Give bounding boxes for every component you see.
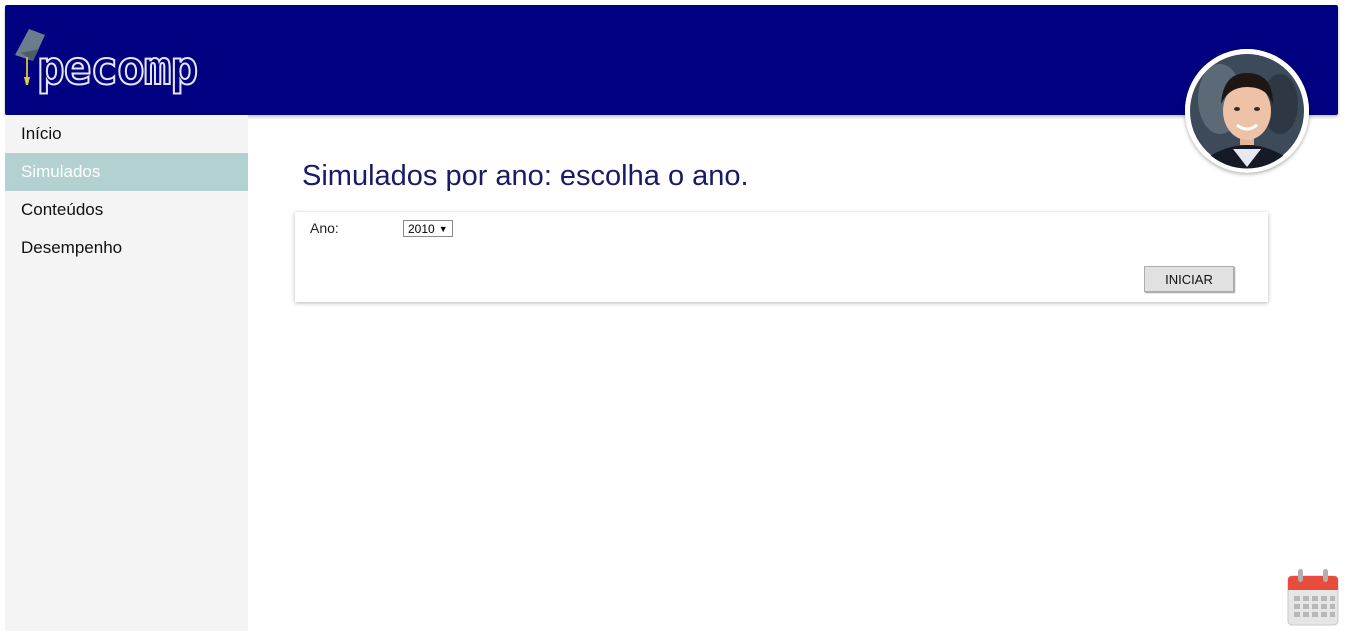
pecomp-logo[interactable]: pecomp [11, 21, 201, 101]
year-select[interactable]: 2010 ▼ [403, 220, 453, 237]
sidebar-item-inicio[interactable]: Início [5, 115, 248, 153]
calendar-icon[interactable] [1287, 568, 1339, 626]
start-button[interactable]: INICIAR [1144, 266, 1234, 292]
chevron-down-icon: ▼ [438, 223, 448, 234]
top-header: pecomp [5, 5, 1338, 115]
page-title: Simulados por ano: escolha o ano. [302, 160, 749, 192]
user-avatar[interactable] [1185, 49, 1309, 173]
sidebar-item-desempenho[interactable]: Desempenho [5, 229, 248, 267]
sidebar-item-conteudos[interactable]: Conteúdos [5, 191, 248, 229]
year-select-value: 2010 [408, 221, 435, 236]
year-selection-card: Ano: 2010 ▼ INICIAR [295, 212, 1268, 302]
sidebar-item-simulados[interactable]: Simulados [5, 153, 248, 191]
avatar-photo [1185, 49, 1309, 173]
logo-text: pecomp [36, 40, 199, 96]
year-label: Ano: [310, 220, 339, 236]
sidebar: Início Simulados Conteúdos Desempenho [5, 115, 248, 631]
